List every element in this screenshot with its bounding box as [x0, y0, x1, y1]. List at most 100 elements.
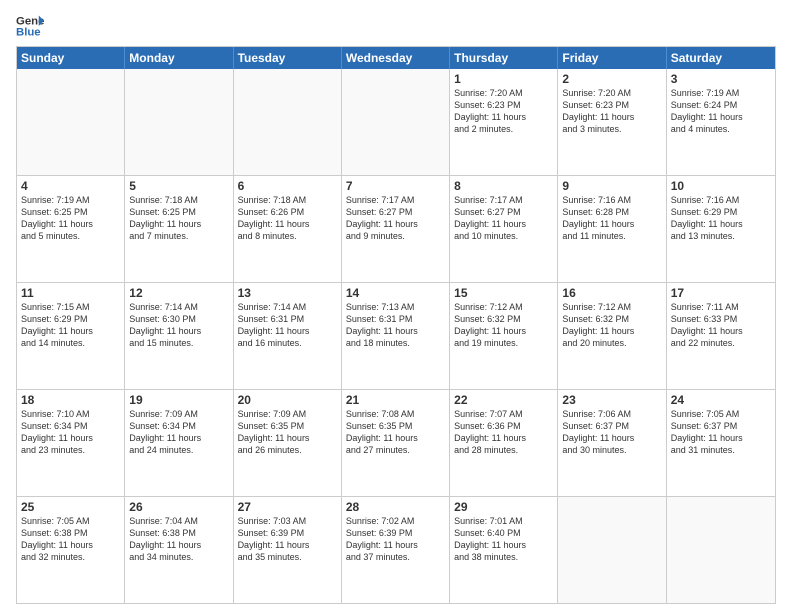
calendar-cell [558, 497, 666, 603]
day-number: 22 [454, 393, 553, 407]
day-number: 11 [21, 286, 120, 300]
day-number: 5 [129, 179, 228, 193]
day-number: 3 [671, 72, 771, 86]
day-number: 6 [238, 179, 337, 193]
day-number: 18 [21, 393, 120, 407]
day-info: Sunrise: 7:15 AM Sunset: 6:29 PM Dayligh… [21, 301, 120, 350]
calendar-cell: 26Sunrise: 7:04 AM Sunset: 6:38 PM Dayli… [125, 497, 233, 603]
day-info: Sunrise: 7:16 AM Sunset: 6:29 PM Dayligh… [671, 194, 771, 243]
calendar-row-3: 11Sunrise: 7:15 AM Sunset: 6:29 PM Dayli… [17, 282, 775, 389]
calendar-cell: 12Sunrise: 7:14 AM Sunset: 6:30 PM Dayli… [125, 283, 233, 389]
svg-text:Blue: Blue [16, 27, 41, 39]
day-info: Sunrise: 7:14 AM Sunset: 6:30 PM Dayligh… [129, 301, 228, 350]
calendar-cell: 2Sunrise: 7:20 AM Sunset: 6:23 PM Daylig… [558, 69, 666, 175]
day-number: 8 [454, 179, 553, 193]
day-number: 15 [454, 286, 553, 300]
day-info: Sunrise: 7:14 AM Sunset: 6:31 PM Dayligh… [238, 301, 337, 350]
calendar-cell: 29Sunrise: 7:01 AM Sunset: 6:40 PM Dayli… [450, 497, 558, 603]
day-info: Sunrise: 7:03 AM Sunset: 6:39 PM Dayligh… [238, 515, 337, 564]
day-info: Sunrise: 7:12 AM Sunset: 6:32 PM Dayligh… [454, 301, 553, 350]
day-number: 19 [129, 393, 228, 407]
day-info: Sunrise: 7:11 AM Sunset: 6:33 PM Dayligh… [671, 301, 771, 350]
calendar-header: SundayMondayTuesdayWednesdayThursdayFrid… [17, 47, 775, 69]
weekday-header-tuesday: Tuesday [234, 47, 342, 69]
day-info: Sunrise: 7:02 AM Sunset: 6:39 PM Dayligh… [346, 515, 445, 564]
calendar-cell [125, 69, 233, 175]
day-number: 10 [671, 179, 771, 193]
calendar-cell: 1Sunrise: 7:20 AM Sunset: 6:23 PM Daylig… [450, 69, 558, 175]
calendar-cell: 9Sunrise: 7:16 AM Sunset: 6:28 PM Daylig… [558, 176, 666, 282]
calendar-cell [342, 69, 450, 175]
calendar-cell: 4Sunrise: 7:19 AM Sunset: 6:25 PM Daylig… [17, 176, 125, 282]
day-info: Sunrise: 7:10 AM Sunset: 6:34 PM Dayligh… [21, 408, 120, 457]
day-number: 1 [454, 72, 553, 86]
calendar-cell: 3Sunrise: 7:19 AM Sunset: 6:24 PM Daylig… [667, 69, 775, 175]
weekday-header-monday: Monday [125, 47, 233, 69]
calendar-row-4: 18Sunrise: 7:10 AM Sunset: 6:34 PM Dayli… [17, 389, 775, 496]
day-info: Sunrise: 7:19 AM Sunset: 6:25 PM Dayligh… [21, 194, 120, 243]
calendar-cell: 10Sunrise: 7:16 AM Sunset: 6:29 PM Dayli… [667, 176, 775, 282]
day-info: Sunrise: 7:09 AM Sunset: 6:34 PM Dayligh… [129, 408, 228, 457]
day-info: Sunrise: 7:04 AM Sunset: 6:38 PM Dayligh… [129, 515, 228, 564]
day-info: Sunrise: 7:06 AM Sunset: 6:37 PM Dayligh… [562, 408, 661, 457]
day-number: 20 [238, 393, 337, 407]
calendar-cell: 22Sunrise: 7:07 AM Sunset: 6:36 PM Dayli… [450, 390, 558, 496]
day-number: 26 [129, 500, 228, 514]
day-info: Sunrise: 7:16 AM Sunset: 6:28 PM Dayligh… [562, 194, 661, 243]
day-number: 7 [346, 179, 445, 193]
calendar-cell: 5Sunrise: 7:18 AM Sunset: 6:25 PM Daylig… [125, 176, 233, 282]
calendar-cell: 21Sunrise: 7:08 AM Sunset: 6:35 PM Dayli… [342, 390, 450, 496]
calendar-cell [17, 69, 125, 175]
calendar-cell: 25Sunrise: 7:05 AM Sunset: 6:38 PM Dayli… [17, 497, 125, 603]
logo: General Blue [16, 12, 44, 40]
calendar-cell: 7Sunrise: 7:17 AM Sunset: 6:27 PM Daylig… [342, 176, 450, 282]
day-info: Sunrise: 7:08 AM Sunset: 6:35 PM Dayligh… [346, 408, 445, 457]
day-number: 25 [21, 500, 120, 514]
day-info: Sunrise: 7:17 AM Sunset: 6:27 PM Dayligh… [346, 194, 445, 243]
day-info: Sunrise: 7:20 AM Sunset: 6:23 PM Dayligh… [562, 87, 661, 136]
page: General Blue SundayMondayTuesdayWednesda… [0, 0, 792, 612]
calendar-cell: 6Sunrise: 7:18 AM Sunset: 6:26 PM Daylig… [234, 176, 342, 282]
day-info: Sunrise: 7:01 AM Sunset: 6:40 PM Dayligh… [454, 515, 553, 564]
calendar-row-5: 25Sunrise: 7:05 AM Sunset: 6:38 PM Dayli… [17, 496, 775, 603]
calendar-cell: 15Sunrise: 7:12 AM Sunset: 6:32 PM Dayli… [450, 283, 558, 389]
calendar-cell: 27Sunrise: 7:03 AM Sunset: 6:39 PM Dayli… [234, 497, 342, 603]
calendar-cell [667, 497, 775, 603]
day-number: 9 [562, 179, 661, 193]
calendar-cell: 24Sunrise: 7:05 AM Sunset: 6:37 PM Dayli… [667, 390, 775, 496]
day-number: 17 [671, 286, 771, 300]
day-number: 27 [238, 500, 337, 514]
day-info: Sunrise: 7:13 AM Sunset: 6:31 PM Dayligh… [346, 301, 445, 350]
calendar-cell: 17Sunrise: 7:11 AM Sunset: 6:33 PM Dayli… [667, 283, 775, 389]
day-number: 12 [129, 286, 228, 300]
day-number: 13 [238, 286, 337, 300]
day-info: Sunrise: 7:09 AM Sunset: 6:35 PM Dayligh… [238, 408, 337, 457]
day-number: 16 [562, 286, 661, 300]
day-info: Sunrise: 7:18 AM Sunset: 6:25 PM Dayligh… [129, 194, 228, 243]
day-info: Sunrise: 7:18 AM Sunset: 6:26 PM Dayligh… [238, 194, 337, 243]
weekday-header-wednesday: Wednesday [342, 47, 450, 69]
calendar-cell: 28Sunrise: 7:02 AM Sunset: 6:39 PM Dayli… [342, 497, 450, 603]
calendar-body: 1 Sunrise: 7:20 AM Sunset: 6:23 PM Daylig… [17, 69, 775, 603]
weekday-header-friday: Friday [558, 47, 666, 69]
calendar-cell: 20Sunrise: 7:09 AM Sunset: 6:35 PM Dayli… [234, 390, 342, 496]
calendar-cell: 8Sunrise: 7:17 AM Sunset: 6:27 PM Daylig… [450, 176, 558, 282]
weekday-header-sunday: Sunday [17, 47, 125, 69]
calendar-cell: 16Sunrise: 7:12 AM Sunset: 6:32 PM Dayli… [558, 283, 666, 389]
day-number: 2 [562, 72, 661, 86]
day-info: Sunrise: 7:05 AM Sunset: 6:37 PM Dayligh… [671, 408, 771, 457]
calendar-cell: 14Sunrise: 7:13 AM Sunset: 6:31 PM Dayli… [342, 283, 450, 389]
day-info: Sunrise: 7:17 AM Sunset: 6:27 PM Dayligh… [454, 194, 553, 243]
calendar-row-2: 4Sunrise: 7:19 AM Sunset: 6:25 PM Daylig… [17, 175, 775, 282]
day-info: Sunrise: 7:12 AM Sunset: 6:32 PM Dayligh… [562, 301, 661, 350]
day-info: Sunrise: 7:05 AM Sunset: 6:38 PM Dayligh… [21, 515, 120, 564]
day-number: 4 [21, 179, 120, 193]
day-number: 28 [346, 500, 445, 514]
day-info: Sunrise: 7:19 AM Sunset: 6:24 PM Dayligh… [671, 87, 771, 136]
weekday-header-thursday: Thursday [450, 47, 558, 69]
day-number: 29 [454, 500, 553, 514]
logo-icon: General Blue [16, 12, 44, 40]
day-number: 14 [346, 286, 445, 300]
calendar-cell [234, 69, 342, 175]
calendar-cell: 11Sunrise: 7:15 AM Sunset: 6:29 PM Dayli… [17, 283, 125, 389]
